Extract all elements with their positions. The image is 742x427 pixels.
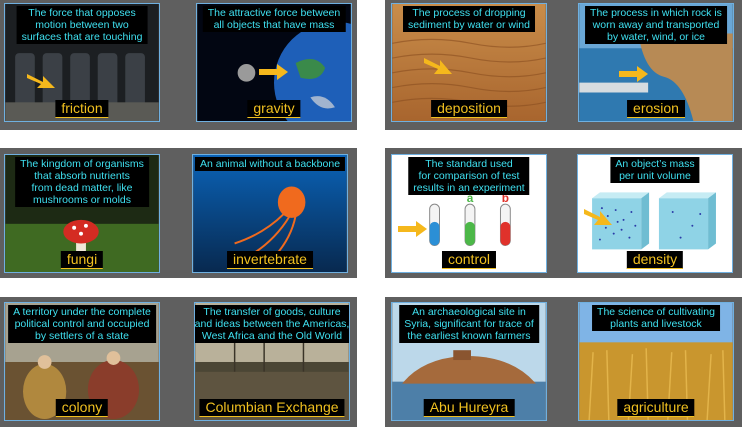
card-invertebrate[interactable]: An animal without a backbone invertebrat… bbox=[192, 154, 348, 273]
definition-text: A territory under the complete political … bbox=[8, 305, 156, 343]
definition-text: The attractive force between all objects … bbox=[202, 6, 346, 32]
card-density[interactable]: An object’s mass per unit volume density bbox=[577, 154, 733, 273]
definition-text: An archaeological site in Syria, signific… bbox=[399, 305, 539, 343]
vocabulary-word: agriculture bbox=[617, 399, 695, 417]
vocabulary-word: Abu Hureyra bbox=[423, 399, 515, 417]
card-gravity[interactable]: The attractive force between all objects … bbox=[196, 3, 352, 122]
card-erosion[interactable]: The process in which rock is worn away an… bbox=[578, 3, 734, 122]
vocabulary-word: deposition bbox=[431, 100, 507, 118]
definition-text: The force that opposes motion between two… bbox=[16, 6, 148, 44]
vocabulary-word: fungi bbox=[60, 251, 104, 269]
vocabulary-word: friction bbox=[55, 100, 109, 118]
definition-text: The kingdom of organisms that absorb nutr… bbox=[15, 157, 149, 207]
card-colony[interactable]: A territory under the complete political … bbox=[4, 302, 160, 421]
vocabulary-word: control bbox=[441, 251, 497, 269]
card-agriculture[interactable]: The science of cultivating plants and liv… bbox=[578, 302, 734, 421]
definition-text: The transfer of goods, culture and ideas … bbox=[195, 305, 349, 343]
card-control[interactable]: a b The standard used for comparison of t… bbox=[391, 154, 547, 273]
definition-text: The process in which rock is worn away an… bbox=[585, 6, 727, 44]
vocabulary-word: gravity bbox=[247, 100, 301, 118]
definition-text: An object’s mass per unit volume bbox=[610, 157, 700, 183]
definition-text: The standard used for comparison of test r… bbox=[408, 157, 530, 195]
vocabulary-word: colony bbox=[55, 399, 109, 417]
definition-text: An animal without a backbone bbox=[194, 157, 346, 171]
vocabulary-word: erosion bbox=[627, 100, 685, 118]
definition-text: The process of dropping sediment by water… bbox=[403, 6, 535, 32]
card-columbian-exchange[interactable]: The transfer of goods, culture and ideas … bbox=[194, 302, 350, 421]
card-deposition[interactable]: The process of dropping sediment by water… bbox=[391, 3, 547, 122]
card-friction[interactable]: The force that opposes motion between two… bbox=[4, 3, 160, 122]
definition-text: The science of cultivating plants and liv… bbox=[592, 305, 720, 331]
vocabulary-word: Columbian Exchange bbox=[199, 399, 345, 417]
card-fungi[interactable]: The kingdom of organisms that absorb nutr… bbox=[4, 154, 160, 273]
card-abu-hureyra[interactable]: An archaeological site in Syria, signific… bbox=[391, 302, 547, 421]
vocabulary-word: invertebrate bbox=[227, 251, 313, 269]
vocabulary-word: density bbox=[626, 251, 684, 269]
